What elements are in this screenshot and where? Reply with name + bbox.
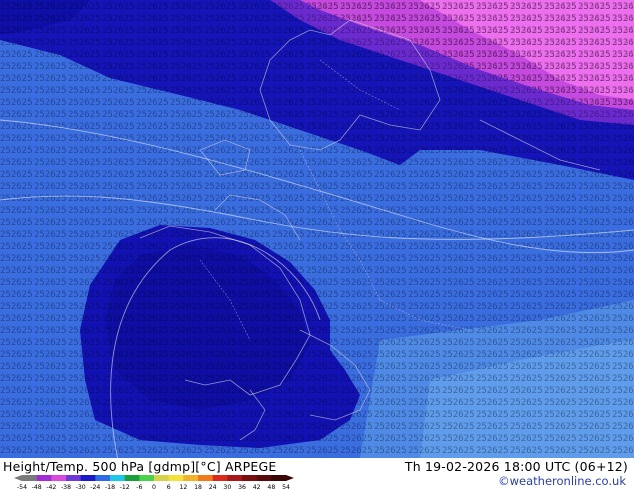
colorbar-tick-label: 24: [209, 484, 217, 490]
colorbar-tick-label: -54: [17, 484, 27, 490]
colorbar-tick-label: 12: [179, 484, 187, 490]
colorbar-tick-label: 54: [282, 484, 290, 490]
colorbar-swatch: [227, 475, 243, 481]
colorbar-swatch: [66, 475, 81, 481]
colorbar-swatch: [183, 475, 199, 481]
colorbar-tick-label: 0: [152, 484, 156, 490]
colorbar-left-arrow: [14, 475, 22, 481]
valid-time: Th 19-02-2026 18:00 UTC (06+12): [404, 459, 628, 474]
colorbar-tick-label: -6: [136, 484, 142, 490]
weather-map: 252625 333435: [0, 0, 634, 458]
colorbar-swatch: [110, 475, 125, 481]
colorbar-swatch: [80, 475, 96, 481]
colorbar-swatch: [256, 475, 272, 481]
colorbar-swatch: [36, 475, 52, 481]
colorbar-swatch: [242, 475, 257, 481]
colorbar-swatch: [139, 475, 155, 481]
credit-text: ©weatheronline.co.uk: [498, 474, 626, 488]
color-scale-legend: -54 -48 -42 -38 -30 -24 -18 -12 -6 0 6 12 18 24 30 36 42…: [14, 475, 294, 490]
colorbar-tick-label: -24: [90, 484, 100, 490]
colorbar-swatch: [198, 475, 213, 481]
colorbar-tick-label: -38: [61, 484, 71, 490]
colorbar-tick-label: 42: [253, 484, 261, 490]
colorbar-tick-label: -30: [76, 484, 86, 490]
colorbar-tick-label: 30: [223, 484, 231, 490]
colorbar-tick-label: 48: [267, 484, 275, 490]
colorbar-tick-label: 6: [167, 484, 171, 490]
map-title: Height/Temp. 500 hPa [gdmp][°C] ARPEGE: [3, 459, 277, 474]
colorbar-swatch: [154, 475, 169, 481]
colorbar-swatch: [124, 475, 140, 481]
colorbar-swatch: [168, 475, 184, 481]
colorbar-swatch: [271, 475, 287, 481]
colorbar-swatch: [212, 475, 228, 481]
map-footer: Height/Temp. 500 hPa [gdmp][°C] ARPEGE T…: [0, 458, 634, 490]
colorbar-tick-label: -42: [46, 484, 56, 490]
colorbar-swatch: [95, 475, 111, 481]
colorbar-tick-label: -48: [32, 484, 42, 490]
colorbar-tick-label: 36: [238, 484, 246, 490]
colorbar-right-arrow: [286, 475, 294, 481]
colorbar-swatch: [22, 475, 37, 481]
colorbar-tick-label: -18: [105, 484, 115, 490]
colorbar-swatch: [51, 475, 67, 481]
colorbar-tick-label: 18: [194, 484, 202, 490]
colorbar-tick-label: -12: [120, 484, 130, 490]
